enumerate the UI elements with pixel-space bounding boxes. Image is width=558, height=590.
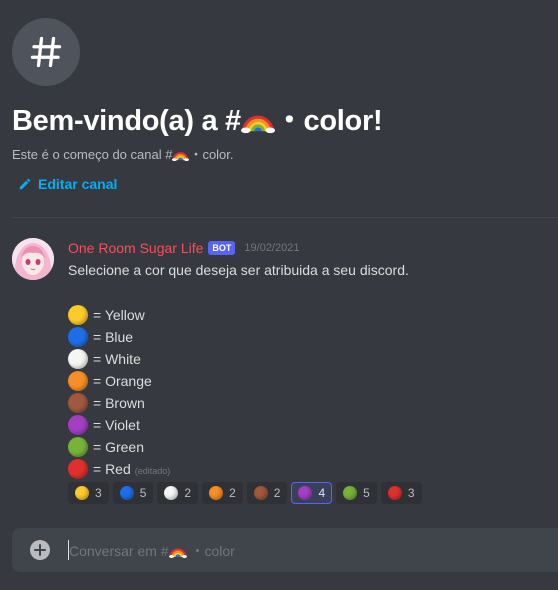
edited-label: (editado)	[134, 465, 171, 476]
reaction-count: 2	[229, 486, 236, 500]
color-option-label: = Yellow	[93, 307, 145, 323]
reaction-button[interactable]: 4	[291, 482, 333, 504]
chat-box: Conversar em # ・color	[12, 528, 558, 572]
color-circle-icon	[387, 486, 402, 500]
color-circle-icon	[68, 393, 88, 413]
reaction-button[interactable]: 3	[68, 482, 109, 504]
reaction-button[interactable]: 5	[112, 482, 154, 504]
reaction-count: 5	[139, 486, 147, 500]
color-circle-icon	[209, 486, 224, 500]
reaction-count: 5	[363, 486, 370, 500]
color-option: = Red (editado)	[68, 458, 170, 480]
channel-hash-icon	[12, 18, 80, 86]
author-name[interactable]: One Room Sugar Life	[68, 240, 203, 256]
color-option-label: = Violet	[93, 417, 140, 433]
color-circle-icon	[68, 349, 88, 369]
color-circle-icon	[68, 459, 88, 479]
color-circle-icon	[68, 371, 88, 391]
reaction-button[interactable]: 3	[380, 482, 422, 504]
welcome-title-prefix: Bem-vindo(a) a #	[12, 105, 241, 137]
reaction-button[interactable]: 2	[246, 482, 288, 504]
color-circle-icon	[68, 415, 88, 435]
color-circle-icon	[119, 486, 134, 500]
color-option: = Orange	[68, 370, 170, 392]
color-option-label: = White	[93, 351, 141, 367]
color-option: = Green	[68, 436, 170, 458]
pencil-icon	[19, 178, 31, 190]
reaction-count: 4	[318, 486, 326, 500]
reaction-count: 2	[184, 486, 192, 500]
color-option-label: = Orange	[93, 373, 152, 389]
color-option: = Blue	[68, 326, 170, 348]
message-header: One Room Sugar Life BOT 19/02/2021	[68, 240, 299, 256]
color-list: = Yellow = Blue = White = Orange = Brown = Vi…	[68, 304, 170, 480]
color-circle-icon	[164, 486, 179, 500]
welcome-title-suffix: ・color!	[274, 105, 383, 137]
welcome-title: Bem-vindo(a) a # ・color!	[12, 97, 383, 139]
hash-icon	[30, 36, 62, 68]
color-option-label: = Green	[93, 439, 144, 455]
edit-channel-label: Editar canal	[38, 176, 118, 192]
reactions-bar: 3 5 2 2 2 4 5 3	[68, 482, 422, 504]
color-option: = Violet	[68, 414, 170, 436]
message-input[interactable]	[68, 540, 558, 560]
channel-start-text: Este é o começo do canal # ・color.	[12, 144, 234, 163]
color-option: = Brown	[68, 392, 170, 414]
avatar-image	[12, 238, 54, 280]
color-circle-icon	[68, 327, 88, 347]
message-text: Selecione a cor que deseja ser atribuida…	[68, 262, 409, 278]
reaction-button[interactable]: 2	[157, 482, 199, 504]
reaction-count: 3	[407, 486, 415, 500]
plus-icon	[34, 544, 46, 556]
color-option-label: = Brown	[93, 395, 145, 411]
edit-channel-button[interactable]: Editar canal	[18, 176, 117, 192]
channel-start-prefix: Este é o começo do canal #	[12, 147, 173, 162]
timestamp: 19/02/2021	[244, 242, 300, 254]
color-circle-icon	[75, 486, 89, 500]
reaction-count: 3	[95, 486, 102, 500]
color-circle-icon	[253, 486, 268, 500]
color-option-label: = Blue	[93, 329, 134, 345]
rainbow-icon	[240, 115, 275, 134]
color-option-label: = Red	[93, 461, 131, 477]
color-circle-icon	[68, 437, 88, 457]
color-circle-icon	[343, 486, 358, 500]
channel-start-suffix: ・color.	[189, 147, 234, 162]
reaction-count: 2	[273, 486, 281, 500]
divider	[12, 217, 558, 218]
reaction-button[interactable]: 2	[202, 482, 243, 504]
avatar[interactable]	[12, 238, 54, 280]
bot-badge: BOT	[208, 241, 236, 255]
add-attachment-button[interactable]	[30, 540, 50, 560]
color-circle-icon	[298, 486, 313, 500]
color-option: = White	[68, 348, 170, 370]
reaction-button[interactable]: 5	[336, 482, 377, 504]
color-option: = Yellow	[68, 304, 170, 326]
rainbow-icon	[172, 152, 190, 161]
color-circle-icon	[68, 305, 88, 325]
